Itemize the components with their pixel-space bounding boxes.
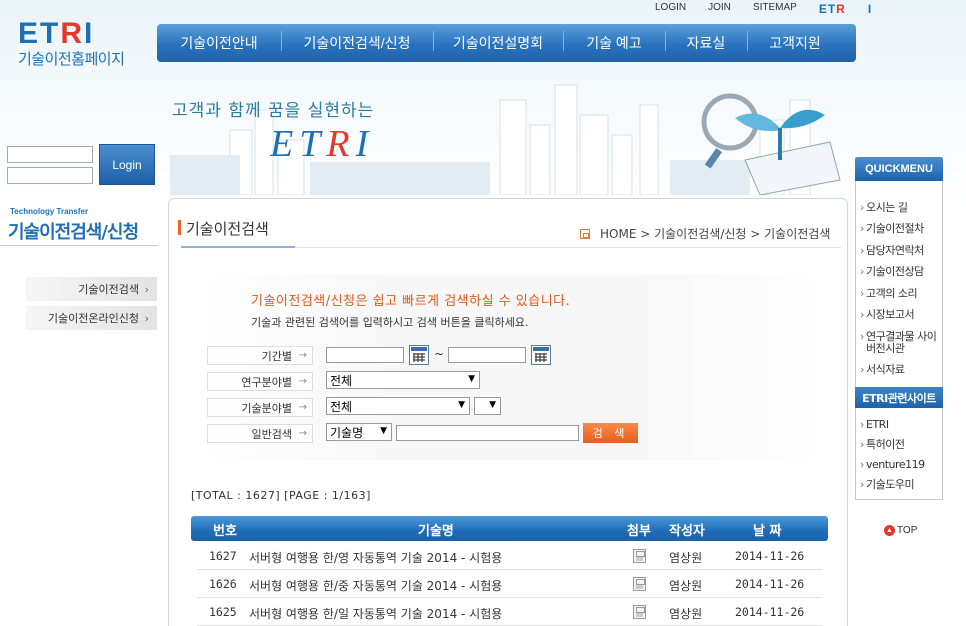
quickmenu-item-market-report[interactable]: 시장보고서 (860, 309, 915, 322)
nav-customer-support[interactable]: 고객지원 (747, 31, 843, 53)
quickmenu-item-cyber-exhibit[interactable]: 연구결과물 사이버전시관 (860, 331, 938, 355)
join-link[interactable]: JOIN (708, 2, 731, 16)
login-link[interactable]: LOGIN (655, 2, 686, 16)
row-date: 2014-11-26 (735, 577, 805, 591)
keyword-input[interactable] (396, 425, 579, 441)
date-range-tilde: ~ (434, 347, 445, 361)
row-no: 1627 (209, 549, 237, 563)
login-id-input[interactable] (7, 146, 93, 163)
header-no: 번호 (213, 524, 237, 539)
row-date: 2014-11-26 (735, 605, 805, 619)
related-site-patent[interactable]: 특허이전 (860, 439, 905, 452)
etri-home-link[interactable]: ETR I (819, 2, 872, 16)
title-underline (181, 246, 295, 248)
dropdown-arrow-icon: ▼ (380, 426, 387, 436)
home-icon (580, 228, 590, 239)
row-author: 염상원 (669, 607, 703, 621)
search-description: 기술과 관련된 검색어를 입력하시고 검색 버튼을 클릭하세요. (251, 316, 529, 329)
table-row[interactable]: 1626 서버형 여행용 한/중 자동통역 기술 2014 - 시험용 염상원 … (197, 570, 822, 598)
calendar-icon[interactable] (409, 345, 429, 365)
quickmenu-item-voice[interactable]: 고객의 소리 (860, 288, 918, 301)
nav-tech-briefing[interactable]: 기술이전설명회 (433, 31, 563, 53)
quickmenu-item-procedure[interactable]: 기술이전절차 (860, 223, 924, 236)
related-site-etri[interactable]: ETRI (860, 419, 889, 432)
tech-field-value: 전체 (330, 399, 353, 414)
section-divider (0, 245, 158, 246)
search-button[interactable]: 검 색 (583, 423, 638, 443)
row-no: 1626 (209, 577, 237, 591)
section-title: 기술이전검색/신청 (8, 222, 139, 243)
row-no: 1625 (209, 605, 237, 619)
nav-tech-search-apply[interactable]: 기술이전검색/신청 (281, 31, 433, 53)
header-author: 작성자 (669, 524, 705, 539)
result-totals: [TOTAL : 1627] [PAGE : 1/163] (191, 489, 371, 502)
login-password-input[interactable] (7, 167, 93, 184)
table-row[interactable]: 1625 서버형 여행용 한/일 자동통역 기술 2014 - 시험용 염상원 … (197, 598, 822, 626)
start-date-input[interactable] (326, 347, 404, 363)
login-button[interactable]: Login (99, 144, 155, 185)
research-field-label: 연구분야별 (207, 372, 313, 391)
attachment-icon[interactable] (633, 605, 646, 619)
arrow-up-icon: ▲ (884, 525, 895, 536)
etri-logo[interactable]: ETRI 기술이전홈페이지 (18, 17, 125, 69)
calendar-icon[interactable] (531, 345, 551, 365)
quickmenu-item-forms[interactable]: 서식자료 (860, 364, 905, 377)
quickmenu-title: QUICKMENU (855, 157, 943, 181)
related-site-tech-helper[interactable]: 기술도우미 (860, 479, 915, 492)
sitemap-link[interactable]: SITEMAP (753, 2, 797, 16)
tech-field-label: 기술분야별 (207, 398, 313, 417)
period-label: 기간별 (207, 346, 313, 365)
nav-tech-preview[interactable]: 기술 예고 (563, 31, 665, 53)
row-author: 염상원 (669, 579, 703, 593)
header-attach: 첨부 (627, 524, 651, 539)
attachment-icon[interactable] (633, 577, 646, 591)
logo-subtitle: 기술이전홈페이지 (18, 51, 125, 68)
row-title-link[interactable]: 서버형 여행용 한/중 자동통역 기술 2014 - 시험용 (249, 577, 502, 594)
row-author: 염상원 (669, 551, 703, 565)
search-type-value: 기술명 (330, 425, 364, 440)
research-field-select[interactable]: 전체 ▼ (326, 371, 480, 389)
attachment-icon[interactable] (633, 549, 646, 563)
tech-subfield-select[interactable]: ▼ (474, 397, 501, 415)
quickmenu-item-contacts[interactable]: 담당자연락처 (860, 245, 924, 258)
top-label: TOP (897, 525, 918, 536)
nav-tech-transfer-guide[interactable]: 기술이전안내 (157, 33, 281, 53)
left-column-background (0, 190, 158, 626)
general-search-label: 일반검색 (207, 424, 313, 443)
search-type-select[interactable]: 기술명 ▼ (326, 423, 392, 441)
hero-etri-mark: ETRI (270, 123, 375, 165)
end-date-input[interactable] (448, 347, 526, 363)
header-title: 기술명 (418, 524, 454, 539)
page-title: 기술이전검색 (178, 220, 269, 238)
utility-links: LOGIN JOIN SITEMAP ETR I (655, 2, 872, 16)
back-to-top-button[interactable]: ▲ TOP (884, 525, 917, 536)
search-heading: 기술이전검색/신청은 쉽고 빠르게 검색하실 수 있습니다. (251, 294, 571, 309)
header-date: 날 짜 (753, 524, 782, 539)
row-title-link[interactable]: 서버형 여행용 한/영 자동통역 기술 2014 - 시험용 (249, 549, 502, 566)
hero-slogan: 고객과 함께 꿈을 실현하는 (172, 101, 375, 121)
table-header: 번호 기술명 첨부 작성자 날 짜 (191, 516, 828, 541)
related-sites-title: ETRI관련사이트 (855, 387, 943, 408)
dropdown-arrow-icon: ▼ (468, 374, 475, 384)
sidebar-item-online-apply[interactable]: 기술이전온라인신청 (26, 306, 157, 330)
dropdown-arrow-icon: ▼ (458, 400, 465, 410)
main-navigation: 기술이전안내 기술이전검색/신청 기술이전설명회 기술 예고 자료실 고객지원 (157, 24, 856, 62)
breadcrumb-text: HOME > 기술이전검색/신청 > 기술이전검색 (600, 227, 831, 241)
dropdown-arrow-icon: ▼ (489, 400, 496, 410)
row-title-link[interactable]: 서버형 여행용 한/일 자동통역 기술 2014 - 시험용 (249, 605, 502, 622)
table-row[interactable]: 1627 서버형 여행용 한/영 자동통역 기술 2014 - 시험용 염상원 … (197, 542, 822, 570)
logo-mark: ETRI (18, 17, 95, 50)
nav-resources[interactable]: 자료실 (665, 31, 747, 53)
section-english-label: Technology Transfer (10, 207, 89, 216)
sidebar-item-tech-search[interactable]: 기술이전검색 (26, 277, 157, 301)
tech-field-select[interactable]: 전체 ▼ (326, 397, 470, 415)
quickmenu-item-consult[interactable]: 기술이전상담 (860, 266, 924, 279)
research-field-value: 전체 (330, 373, 353, 388)
breadcrumb: HOME > 기술이전검색/신청 > 기술이전검색 (580, 225, 830, 242)
quickmenu-item-directions[interactable]: 오시는 길 (860, 202, 908, 215)
related-site-venture119[interactable]: venture119 (860, 459, 925, 472)
row-date: 2014-11-26 (735, 549, 805, 563)
